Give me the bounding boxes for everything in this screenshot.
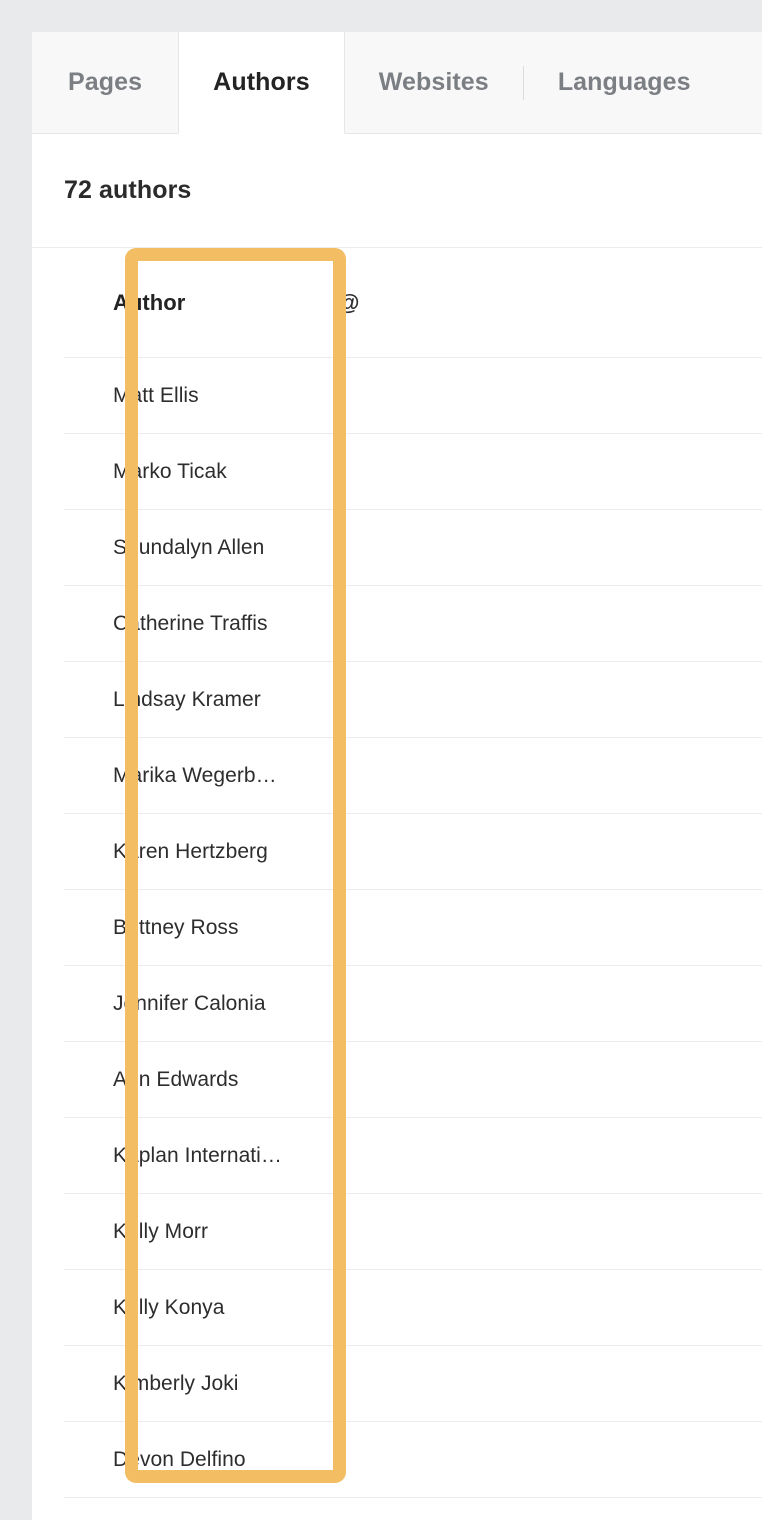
table-row[interactable]: Jennifer Calonia <box>32 966 762 1042</box>
cell-author-name[interactable]: Kelly Konya <box>93 1296 290 1320</box>
table-row[interactable]: Shundalyn Allen <box>32 510 762 586</box>
cell-author-name[interactable]: Matt Ellis <box>93 384 290 408</box>
table-row[interactable]: Kimberly Joki <box>32 1346 762 1422</box>
author-count-label: 72 authors <box>64 176 192 204</box>
tab-websites-label: Websites <box>378 68 489 96</box>
tab-authors-label: Authors <box>213 68 310 96</box>
summary-bar: 72 authors <box>32 134 762 248</box>
table-row[interactable]: Marko Ticak <box>32 434 762 510</box>
cell-author-name[interactable]: Kaplan Internati… <box>93 1144 290 1168</box>
cell-author-name[interactable]: Karen Hertzberg <box>93 840 290 864</box>
cell-author-name[interactable]: Marika Wegerb… <box>93 764 290 788</box>
table-row[interactable]: Kelly Morr <box>32 1194 762 1270</box>
cell-author-name[interactable]: Kelly Morr <box>93 1220 290 1244</box>
table-row[interactable]: Ann Edwards <box>32 1042 762 1118</box>
table-row[interactable]: Kaplan Internati… <box>32 1118 762 1194</box>
table-row[interactable]: Brittney Ross <box>32 890 762 966</box>
table-row[interactable]: Devon Delfino <box>32 1422 762 1498</box>
table-row[interactable]: Matt Ellis <box>32 358 762 434</box>
app-root: Pages Authors Websites Languages 72 auth… <box>0 0 762 1520</box>
column-header-at[interactable]: @ <box>290 290 762 316</box>
cell-author-name[interactable]: Ann Edwards <box>93 1068 290 1092</box>
table-header-row: Author @ <box>32 248 762 358</box>
cell-author-name[interactable]: Brittney Ross <box>93 916 290 940</box>
table-row[interactable]: Catherine Traffis <box>32 586 762 662</box>
tab-authors[interactable]: Authors <box>178 32 345 134</box>
column-header-author[interactable]: Author <box>93 290 290 316</box>
tab-pages[interactable]: Pages <box>32 32 178 133</box>
table-row[interactable]: Lindsay Kramer <box>32 662 762 738</box>
cell-author-name[interactable]: Devon Delfino <box>93 1448 290 1472</box>
table-row[interactable]: Marika Wegerb… <box>32 738 762 814</box>
cell-author-name[interactable]: Shundalyn Allen <box>93 536 290 560</box>
authors-table: Author @ Matt Ellis Marko Ticak Shundaly… <box>32 248 762 1498</box>
content-panel: Pages Authors Websites Languages 72 auth… <box>32 32 762 1520</box>
left-gray-gutter <box>0 0 32 1520</box>
cell-author-name[interactable]: Catherine Traffis <box>93 612 290 636</box>
cell-author-name[interactable]: Marko Ticak <box>93 460 290 484</box>
tab-bar: Pages Authors Websites Languages <box>32 32 762 134</box>
top-gray-strip <box>0 0 762 32</box>
tab-pages-label: Pages <box>68 68 143 96</box>
tab-languages[interactable]: Languages <box>524 32 725 133</box>
cell-author-name[interactable]: Kimberly Joki <box>93 1372 290 1396</box>
cell-author-name[interactable]: Jennifer Calonia <box>93 992 290 1016</box>
tab-websites[interactable]: Websites <box>345 32 523 133</box>
tab-languages-label: Languages <box>557 68 691 96</box>
table-row[interactable]: Karen Hertzberg <box>32 814 762 890</box>
table-row[interactable]: Kelly Konya <box>32 1270 762 1346</box>
cell-author-name[interactable]: Lindsay Kramer <box>93 688 290 712</box>
